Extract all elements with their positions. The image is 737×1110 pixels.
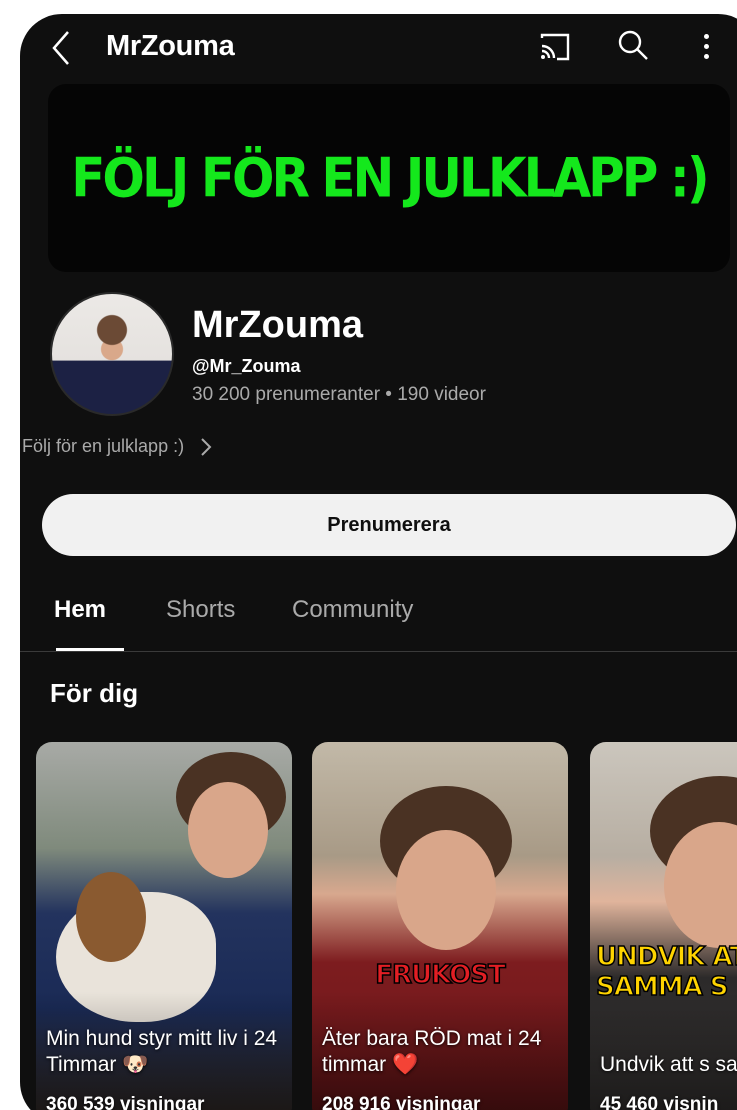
thumbnail-overlay-text: FRUKOST: [375, 959, 507, 991]
chevron-left-icon: [52, 31, 69, 65]
short-card[interactable]: UNDVIK AT SAMMA S Undvik att s samma sva…: [590, 742, 737, 1110]
thumbnail-person-face: [396, 830, 496, 950]
more-vertical-icon-dot: [703, 33, 709, 39]
search-button[interactable]: [616, 28, 650, 62]
short-title: Undvik att s samma svar: [600, 1052, 737, 1078]
short-views: 360 539 visningar: [46, 1094, 205, 1110]
more-vertical-icon-dot: [703, 43, 709, 49]
short-card[interactable]: Min hund styr mitt liv i 24 Timmar 🐶 360…: [36, 742, 292, 1110]
channel-description[interactable]: Följ för en julklapp :): [22, 436, 212, 457]
app-bar-title: MrZouma: [106, 30, 235, 62]
channel-name: MrZouma: [192, 304, 363, 346]
short-card[interactable]: FRUKOST Äter bara RÖD mat i 24 timmar ❤️…: [312, 742, 568, 1110]
banner-text: FÖLJ FÖR EN JULKLAPP :): [71, 146, 709, 210]
tab-shorts[interactable]: Shorts: [166, 596, 235, 624]
short-views: 45 460 visnin: [600, 1094, 719, 1110]
channel-banner[interactable]: FÖLJ FÖR EN JULKLAPP :): [48, 84, 730, 272]
heart-emoji-icon: ❤️: [392, 1053, 419, 1076]
short-views: 208 916 visningar: [322, 1094, 481, 1110]
dog-emoji-icon: 🐶: [122, 1053, 149, 1076]
active-tab-indicator: [56, 648, 124, 651]
cast-button[interactable]: [538, 32, 572, 62]
thumbnail-person-face: [188, 782, 268, 878]
search-icon: [618, 30, 648, 60]
thumbnail-dog-ear: [76, 872, 146, 962]
channel-stats: 30 200 prenumeranter • 190 videor: [192, 384, 486, 405]
section-title: För dig: [50, 678, 139, 708]
cast-icon: [540, 33, 570, 61]
short-title-text: Undvik att s samma svar: [600, 1053, 737, 1076]
short-title-text: Äter bara RÖD mat i 24 timmar: [322, 1026, 542, 1076]
more-options-button[interactable]: [696, 28, 716, 64]
short-title: Äter bara RÖD mat i 24 timmar ❤️: [322, 1026, 558, 1078]
channel-avatar[interactable]: [50, 292, 174, 416]
more-vertical-icon-dot: [703, 53, 709, 59]
back-button[interactable]: [46, 28, 76, 68]
thumbnail-shade: [590, 992, 737, 1110]
top-app-bar: MrZouma: [20, 14, 737, 80]
tab-home[interactable]: Hem: [54, 596, 106, 624]
chevron-right-icon: [201, 437, 212, 456]
app-screen: MrZouma FÖLJ FÖR EN JULKLAPP :) MrZouma …: [20, 14, 737, 1110]
channel-tabs: Hem Shorts Community: [20, 580, 737, 652]
channel-handle: @Mr_Zouma: [192, 356, 301, 376]
tab-community[interactable]: Community: [292, 596, 413, 624]
short-title: Min hund styr mitt liv i 24 Timmar 🐶: [46, 1026, 282, 1078]
channel-description-text: Följ för en julklapp :): [22, 436, 185, 456]
subscribe-button[interactable]: Prenumerera: [42, 494, 736, 556]
short-title-text: Min hund styr mitt liv i 24 Timmar: [46, 1026, 278, 1076]
